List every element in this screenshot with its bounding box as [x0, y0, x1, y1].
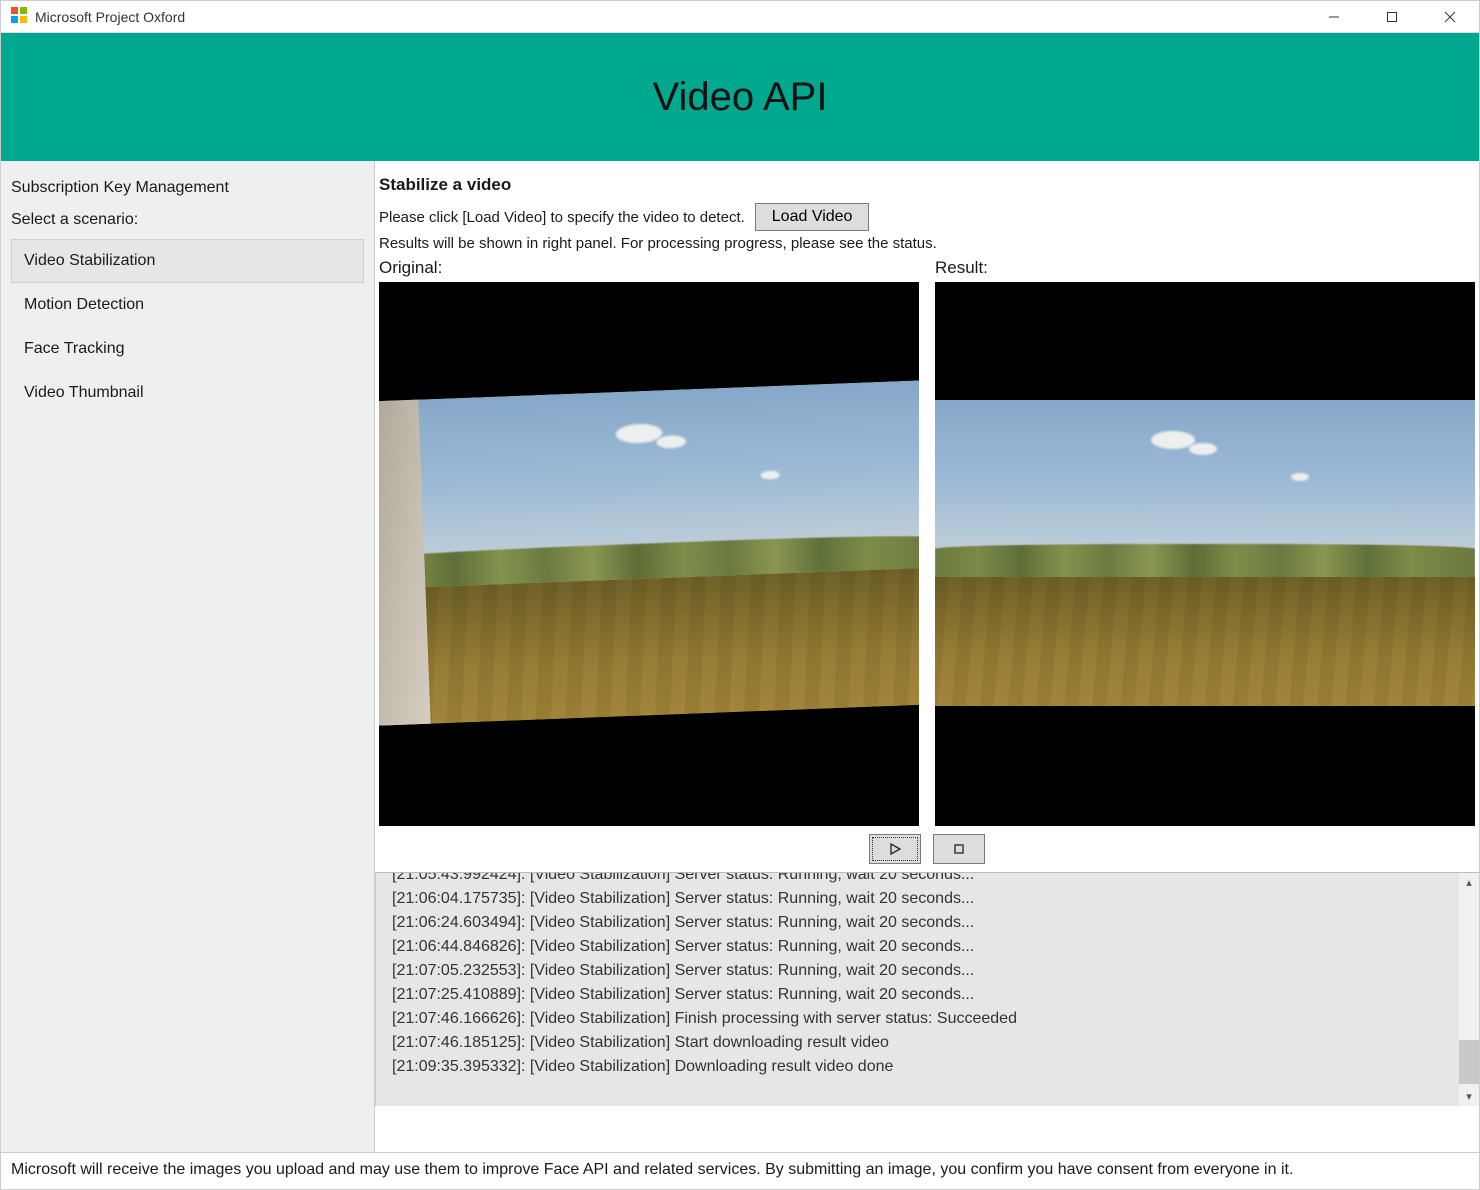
scroll-up-icon[interactable]: ▴ — [1463, 873, 1475, 892]
log-line: [21:07:05.232553]: [Video Stabilization]… — [392, 959, 1463, 983]
scenario-motion-detection[interactable]: Motion Detection — [11, 283, 364, 327]
status-log[interactable]: [21:05:43.992424]: [Video Stabilization]… — [375, 872, 1479, 1106]
banner-title: Video API — [653, 75, 828, 120]
instruction-text: Please click [Load Video] to specify the… — [379, 209, 745, 226]
scenario-face-tracking[interactable]: Face Tracking — [11, 327, 364, 371]
close-icon — [1444, 11, 1456, 23]
result-frame-image — [935, 400, 1475, 706]
results-hint: Results will be shown in right panel. Fo… — [379, 235, 1469, 252]
scenario-label: Video Stabilization — [24, 252, 155, 269]
scenario-label: Face Tracking — [24, 340, 124, 357]
select-scenario-label: Select a scenario: — [1, 207, 374, 239]
scroll-down-icon[interactable]: ▾ — [1463, 1087, 1475, 1106]
log-line: [21:06:44.846826]: [Video Stabilization]… — [392, 935, 1463, 959]
minimize-icon — [1328, 11, 1340, 23]
app-window: Microsoft Project Oxford Video API Subsc… — [0, 0, 1480, 1190]
maximize-icon — [1386, 11, 1398, 23]
section-title: Stabilize a video — [379, 175, 1469, 195]
log-line: [21:06:24.603494]: [Video Stabilization]… — [392, 911, 1463, 935]
log-line: [21:07:25.410889]: [Video Stabilization]… — [392, 983, 1463, 1007]
scenario-video-thumbnail[interactable]: Video Thumbnail — [11, 371, 364, 415]
log-line: [21:07:46.166626]: [Video Stabilization]… — [392, 1007, 1463, 1031]
scroll-thumb[interactable] — [1459, 1040, 1479, 1084]
log-scrollbar[interactable]: ▴ ▾ — [1459, 873, 1479, 1106]
original-column: Original: — [379, 258, 919, 826]
result-column: Result: — [935, 258, 1475, 826]
result-video[interactable] — [935, 282, 1475, 826]
playback-controls — [375, 828, 1479, 872]
microsoft-logo-icon — [11, 7, 27, 27]
play-icon — [888, 842, 902, 856]
instruction-row: Please click [Load Video] to specify the… — [379, 203, 1469, 231]
scenario-label: Video Thumbnail — [24, 384, 144, 401]
sidebar: Subscription Key Management Select a sce… — [1, 161, 375, 1152]
result-label: Result: — [935, 258, 1475, 278]
scenario-video-stabilization[interactable]: Video Stabilization — [11, 239, 364, 283]
maximize-button[interactable] — [1363, 1, 1421, 33]
play-button[interactable] — [869, 834, 921, 864]
log-line: [21:09:35.395332]: [Video Stabilization]… — [392, 1055, 1463, 1079]
minimize-button[interactable] — [1305, 1, 1363, 33]
main-top: Stabilize a video Please click [Load Vid… — [375, 161, 1479, 256]
videos-row: Original: Result: — [375, 256, 1479, 828]
status-log-lines: [21:05:43.992424]: [Video Stabilization]… — [376, 872, 1479, 1079]
scenario-list: Video Stabilization Motion Detection Fac… — [1, 239, 374, 415]
stop-icon — [952, 842, 966, 856]
log-line: [21:05:43.992424]: [Video Stabilization]… — [392, 872, 1463, 887]
footer-disclaimer: Microsoft will receive the images you up… — [1, 1152, 1479, 1189]
titlebar: Microsoft Project Oxford — [1, 1, 1479, 33]
stop-button[interactable] — [933, 834, 985, 864]
log-line: [21:07:46.185125]: [Video Stabilization]… — [392, 1031, 1463, 1055]
original-video[interactable] — [379, 282, 919, 826]
subscription-key-link[interactable]: Subscription Key Management — [1, 175, 374, 207]
banner: Video API — [1, 33, 1479, 161]
window-title: Microsoft Project Oxford — [35, 9, 185, 25]
original-label: Original: — [379, 258, 919, 278]
scenario-label: Motion Detection — [24, 296, 144, 313]
load-video-button[interactable]: Load Video — [755, 203, 870, 231]
main-panel: Stabilize a video Please click [Load Vid… — [375, 161, 1479, 1152]
close-button[interactable] — [1421, 1, 1479, 33]
original-frame-image — [379, 380, 919, 726]
log-line: [21:06:04.175735]: [Video Stabilization]… — [392, 887, 1463, 911]
content: Subscription Key Management Select a sce… — [1, 161, 1479, 1152]
